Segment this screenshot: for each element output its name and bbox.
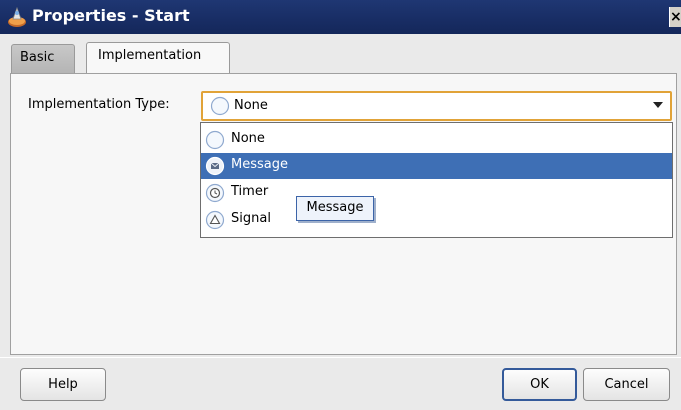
option-label: None bbox=[231, 131, 265, 146]
help-button[interactable]: Help bbox=[20, 368, 106, 401]
option-none[interactable]: None bbox=[201, 127, 672, 153]
close-button[interactable]: × bbox=[669, 7, 681, 27]
option-label: Timer bbox=[231, 184, 269, 199]
option-timer[interactable]: Timer bbox=[201, 180, 672, 206]
implementation-type-value: None bbox=[234, 98, 268, 113]
window-title: Properties - Start bbox=[32, 6, 190, 25]
tab-implementation[interactable]: Implementation bbox=[86, 42, 230, 75]
implementation-type-select[interactable]: None bbox=[201, 91, 672, 121]
option-message[interactable]: Message bbox=[201, 153, 672, 179]
option-signal[interactable]: Signal bbox=[201, 207, 672, 233]
timer-icon bbox=[205, 183, 225, 203]
none-radio-icon bbox=[205, 130, 225, 150]
tab-bar: Basic Implementation bbox=[0, 34, 681, 75]
divider bbox=[0, 357, 681, 358]
tab-basic[interactable]: Basic bbox=[11, 44, 75, 74]
cancel-button[interactable]: Cancel bbox=[583, 368, 670, 401]
implementation-type-dropdown: None Message Timer Signal bbox=[200, 122, 673, 238]
ok-button[interactable]: OK bbox=[502, 368, 577, 401]
none-radio-icon bbox=[210, 96, 230, 116]
tooltip: Message bbox=[296, 196, 374, 221]
properties-icon bbox=[8, 6, 26, 27]
option-label: Signal bbox=[231, 211, 271, 226]
implementation-type-label: Implementation Type: bbox=[28, 97, 170, 112]
signal-icon bbox=[205, 210, 225, 230]
option-label: Message bbox=[231, 157, 288, 172]
properties-dialog: Properties - Start × Basic Implementatio… bbox=[0, 0, 681, 410]
message-icon bbox=[205, 156, 225, 176]
chevron-down-icon[interactable] bbox=[653, 102, 663, 108]
title-bar[interactable]: Properties - Start × bbox=[0, 0, 681, 34]
